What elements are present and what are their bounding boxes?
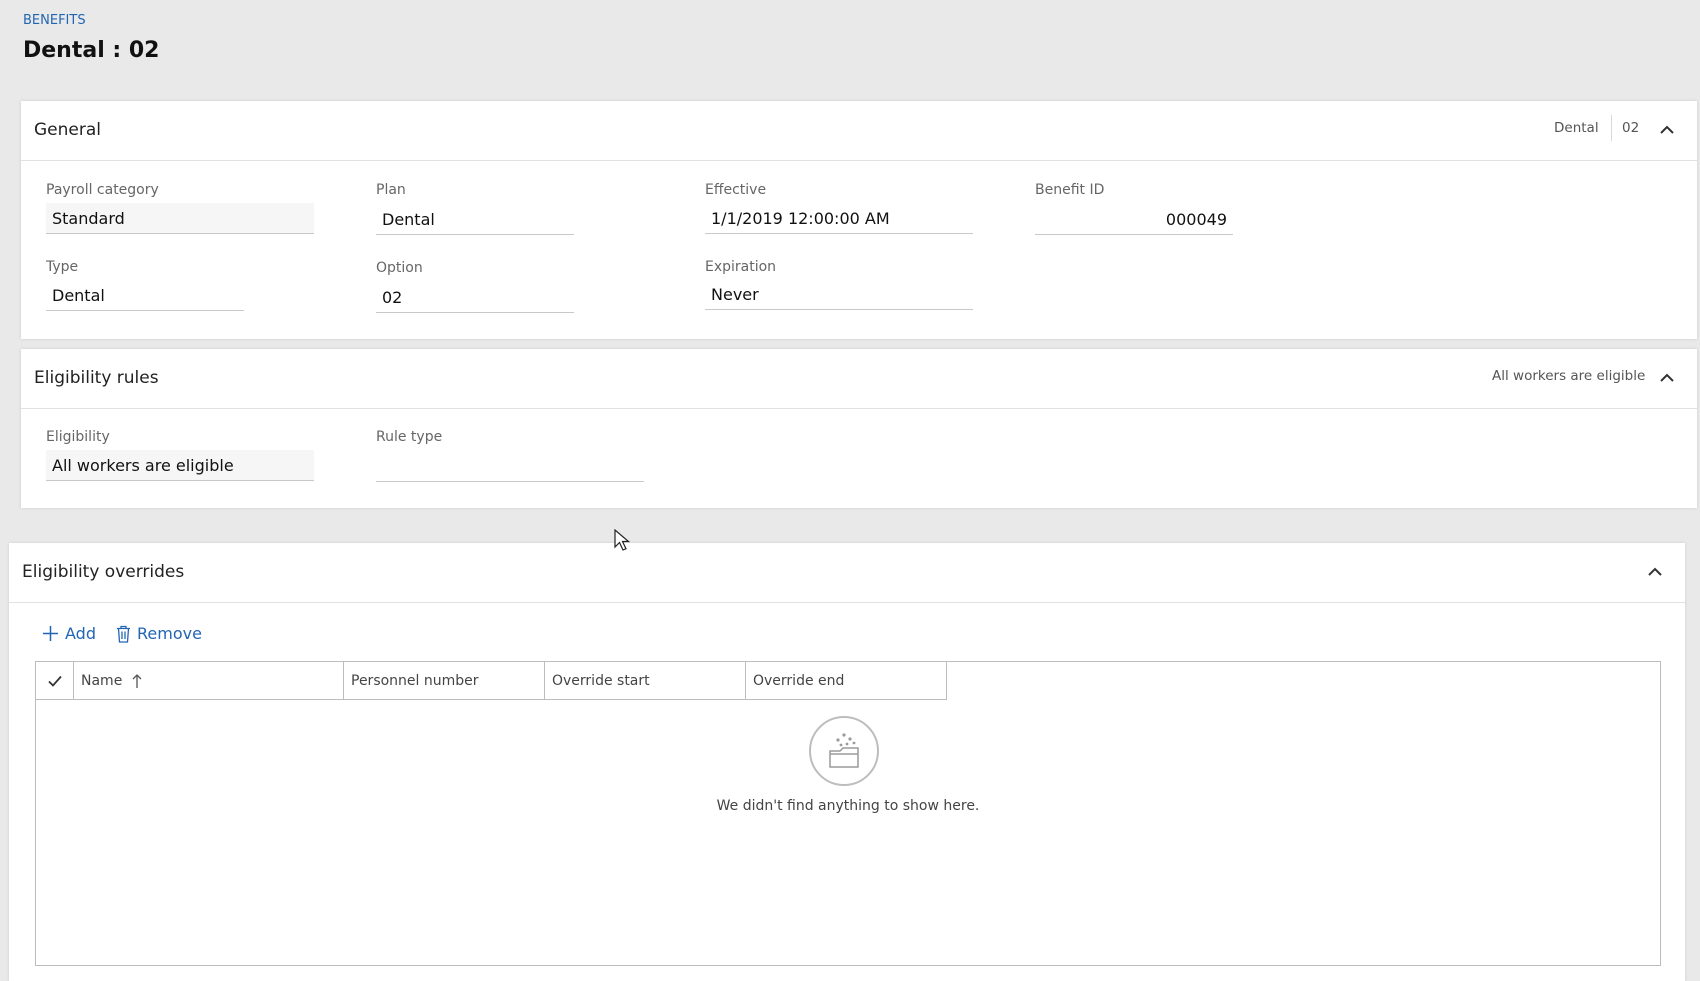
grid-header-row: Name Personnel number Override start Ove… <box>36 662 947 700</box>
checkmark-icon <box>47 675 62 687</box>
effective-value: 1/1/2019 12:00:00 AM <box>711 209 890 228</box>
add-button[interactable]: Add <box>42 624 96 643</box>
remove-button[interactable]: Remove <box>116 624 202 643</box>
column-header-override-end[interactable]: Override end <box>746 662 947 699</box>
general-section: General Dental 02 Payroll category Stand… <box>21 101 1697 339</box>
column-header-personnel-number-label: Personnel number <box>351 672 479 689</box>
column-header-name[interactable]: Name <box>74 662 344 699</box>
general-section-header[interactable]: General Dental 02 <box>21 101 1697 161</box>
summary-divider <box>1611 115 1612 141</box>
type-field[interactable]: Dental <box>46 280 244 311</box>
eligibility-rules-section: Eligibility rules All workers are eligib… <box>21 349 1697 508</box>
breadcrumb[interactable]: BENEFITS <box>23 13 86 28</box>
column-header-personnel-number[interactable]: Personnel number <box>344 662 545 699</box>
option-value: 02 <box>382 288 403 307</box>
option-label: Option <box>376 260 423 276</box>
column-header-override-start[interactable]: Override start <box>545 662 746 699</box>
expiration-field[interactable]: Never <box>705 279 973 310</box>
empty-folder-icon <box>809 716 879 786</box>
option-field[interactable]: 02 <box>376 282 574 313</box>
add-button-label: Add <box>65 624 96 643</box>
remove-button-label: Remove <box>137 624 202 643</box>
general-summary-plan: Dental <box>1554 120 1599 136</box>
rule-type-field[interactable] <box>376 451 644 482</box>
payroll-category-field[interactable]: Standard <box>46 203 314 234</box>
payroll-category-value: Standard <box>52 209 125 228</box>
chevron-up-icon[interactable] <box>1659 370 1675 386</box>
rule-type-label: Rule type <box>376 429 443 445</box>
effective-label: Effective <box>705 182 767 198</box>
trash-icon <box>117 625 130 643</box>
eligibility-rules-summary: All workers are eligible <box>1492 368 1646 384</box>
eligibility-value: All workers are eligible <box>52 456 234 475</box>
sort-ascending-icon <box>132 673 142 688</box>
column-header-override-start-label: Override start <box>552 672 650 689</box>
eligibility-overrides-title: Eligibility overrides <box>22 562 185 582</box>
benefit-id-value: 000049 <box>1165 210 1227 229</box>
expiration-label: Expiration <box>705 259 777 275</box>
empty-state-message: We didn't find anything to show here. <box>716 798 980 814</box>
column-header-override-end-label: Override end <box>753 672 845 689</box>
type-value: Dental <box>52 286 105 305</box>
eligibility-field[interactable]: All workers are eligible <box>46 450 314 481</box>
effective-field[interactable]: 1/1/2019 12:00:00 AM <box>705 203 973 234</box>
plan-field[interactable]: Dental <box>376 204 574 235</box>
page-title: Dental : 02 <box>23 38 160 63</box>
overrides-grid: Name Personnel number Override start Ove… <box>35 661 1661 966</box>
eligibility-overrides-header[interactable]: Eligibility overrides <box>9 543 1685 603</box>
payroll-category-label: Payroll category <box>46 182 159 198</box>
mouse-pointer-icon <box>614 529 631 551</box>
plus-icon <box>43 626 58 641</box>
plan-value: Dental <box>382 210 435 229</box>
type-label: Type <box>46 259 79 275</box>
eligibility-rules-header[interactable]: Eligibility rules All workers are eligib… <box>21 349 1697 409</box>
eligibility-rules-title: Eligibility rules <box>34 368 159 388</box>
chevron-up-icon[interactable] <box>1647 564 1663 580</box>
expiration-value: Never <box>711 285 759 304</box>
plan-label: Plan <box>376 182 406 198</box>
chevron-up-icon[interactable] <box>1659 122 1675 138</box>
general-summary-option: 02 <box>1622 120 1640 136</box>
general-section-title: General <box>34 120 101 140</box>
select-all-checkbox[interactable] <box>36 662 74 699</box>
benefit-id-label: Benefit ID <box>1035 182 1105 198</box>
eligibility-label: Eligibility <box>46 429 110 445</box>
column-header-name-label: Name <box>81 672 123 689</box>
benefit-id-field[interactable]: 000049 <box>1035 204 1233 235</box>
